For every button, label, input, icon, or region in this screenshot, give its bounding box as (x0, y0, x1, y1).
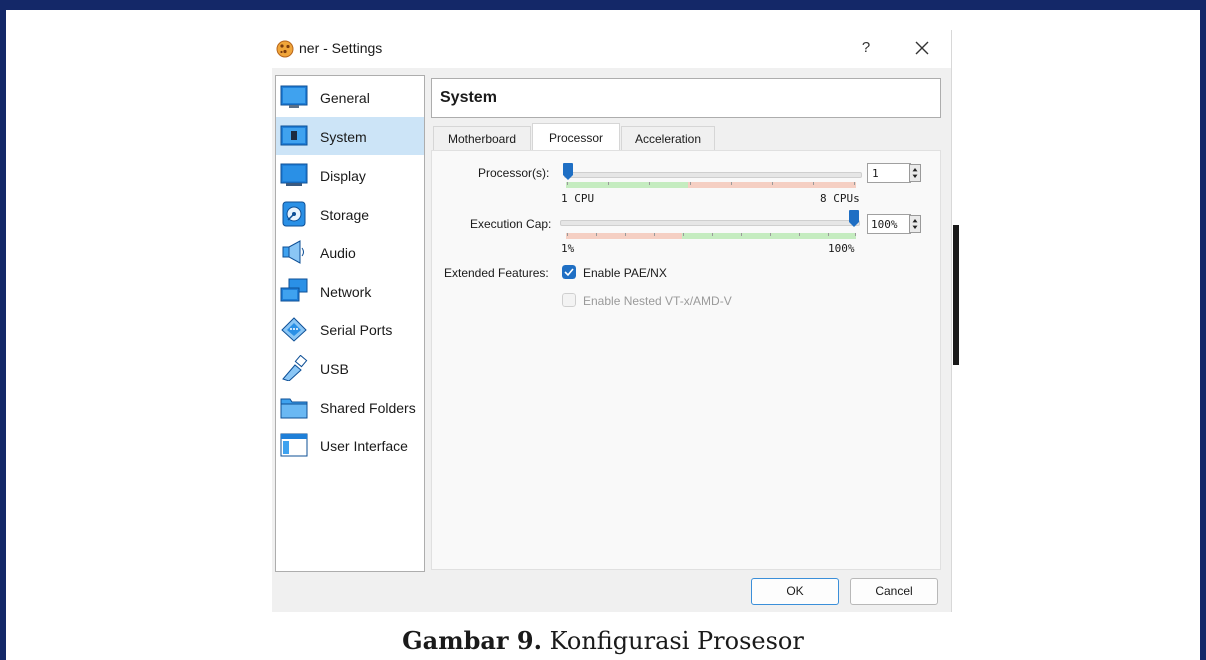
section-header: System (431, 78, 941, 118)
help-button[interactable]: ? (855, 37, 877, 59)
sidebar-item-label: Shared Folders (320, 400, 416, 416)
tab-processor[interactable]: Processor (532, 123, 620, 151)
settings-dialog: ner - Settings ? General System Display … (272, 30, 959, 612)
execution-cap-warn-band (566, 233, 682, 239)
virtualbox-app-icon (276, 40, 294, 58)
usb-icon (282, 355, 308, 381)
sidebar-item-label: Serial Ports (320, 322, 393, 338)
processors-spinbox[interactable]: 1 (867, 163, 911, 183)
execution-cap-label: Execution Cap: (470, 217, 552, 231)
caption-number: Gambar 9. (402, 626, 542, 655)
background-window-dark-area (953, 225, 959, 365)
sidebar-item-label: Network (320, 284, 372, 300)
sidebar-item-audio[interactable]: Audio (276, 233, 424, 271)
sidebar-item-network[interactable]: Network (276, 272, 424, 310)
sidebar-item-label: Storage (320, 207, 370, 223)
sidebar-item-general[interactable]: General (276, 78, 424, 116)
ok-button[interactable]: OK (751, 578, 839, 605)
processors-safe-band (566, 182, 688, 188)
sidebar-item-label: User Interface (320, 438, 408, 454)
sidebar-item-usb[interactable]: USB (276, 349, 424, 387)
settings-sidebar: General System Display Storage Audio Net… (275, 75, 425, 572)
sidebar-item-serial-ports[interactable]: Serial Ports (276, 310, 424, 348)
close-icon[interactable] (910, 36, 934, 60)
sidebar-item-label: Display (320, 168, 366, 184)
enable-pae-checkbox[interactable] (562, 265, 576, 279)
general-icon (280, 85, 308, 108)
processors-spin-arrows-icon[interactable] (909, 164, 921, 182)
serial-ports-icon (281, 317, 307, 342)
title-bar: ner - Settings ? (272, 30, 959, 68)
caption-text: Konfigurasi Prosesor (541, 627, 804, 655)
execution-cap-spinbox[interactable]: 100% (867, 214, 911, 234)
processors-label: Processor(s): (478, 166, 550, 180)
sidebar-item-shared-folders[interactable]: Shared Folders (276, 388, 424, 426)
cancel-button[interactable]: Cancel (850, 578, 938, 605)
window-title: ner - Settings (299, 40, 383, 56)
execution-cap-slider-track[interactable] (560, 220, 860, 226)
tab-acceleration[interactable]: Acceleration (621, 126, 715, 150)
processors-slider-track[interactable] (564, 172, 862, 178)
shared-folders-icon (280, 398, 308, 419)
processors-min-label: 1 CPU (561, 192, 595, 205)
sidebar-item-label: System (320, 129, 367, 145)
execution-cap-safe-band (682, 233, 856, 239)
processor-panel (431, 150, 941, 570)
processors-max-label: 8 CPUs (820, 192, 860, 205)
storage-icon (282, 201, 306, 227)
tab-motherboard[interactable]: Motherboard (433, 126, 531, 150)
enable-nested-vtx-label: Enable Nested VT-x/AMD-V (583, 294, 732, 308)
execution-cap-spin-arrows-icon[interactable] (909, 215, 921, 233)
user-interface-icon (280, 433, 308, 457)
processors-slider-thumb[interactable] (563, 163, 573, 181)
execution-cap-max-label: 100% (828, 242, 855, 255)
extended-features-label: Extended Features: (444, 266, 549, 280)
sidebar-item-label: Audio (320, 245, 356, 261)
sidebar-item-display[interactable]: Display (276, 156, 424, 194)
sidebar-item-storage[interactable]: Storage (276, 195, 424, 233)
execution-cap-slider-thumb[interactable] (849, 210, 859, 228)
sidebar-item-system[interactable]: System (276, 117, 424, 155)
enable-pae-label: Enable PAE/NX (583, 266, 667, 280)
sidebar-item-user-interface[interactable]: User Interface (276, 426, 424, 464)
execution-cap-min-label: 1% (561, 242, 575, 255)
sidebar-item-label: General (320, 90, 370, 106)
system-icon (280, 125, 308, 146)
display-icon (280, 163, 308, 186)
sidebar-item-label: USB (320, 361, 349, 377)
section-title: System (440, 89, 497, 106)
audio-icon (282, 240, 304, 264)
enable-nested-vtx-checkbox (562, 293, 576, 307)
figure-caption: Gambar 9. Konfigurasi Prosesor (0, 626, 1206, 655)
network-icon (280, 278, 308, 302)
